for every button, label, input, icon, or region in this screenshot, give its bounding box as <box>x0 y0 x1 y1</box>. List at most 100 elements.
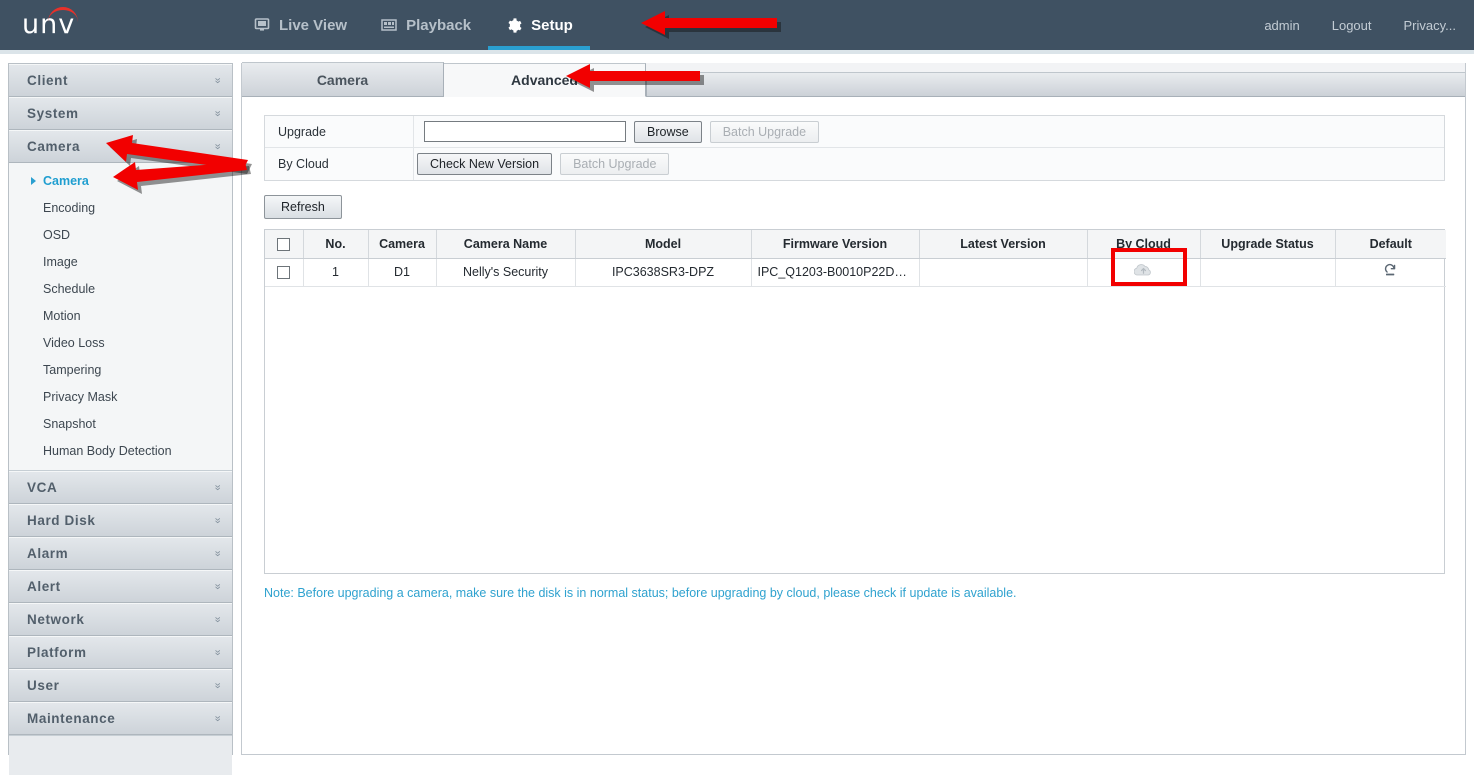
sidebar-item-label: Encoding <box>43 201 95 215</box>
sidebar-item-motion[interactable]: Motion <box>9 302 232 329</box>
sidebar-group-label: VCA <box>27 480 57 495</box>
sidebar-group-label: Alert <box>27 579 61 594</box>
sidebar-group-hard-disk[interactable]: Hard Disk» <box>9 504 232 537</box>
sidebar-group-label: Alarm <box>27 546 68 561</box>
firmware-version-text: IPC_Q1203-B0010P22D19... <box>752 265 919 279</box>
tab-advanced[interactable]: Advanced <box>444 63 646 97</box>
td-camera-name: Nelly's Security <box>436 258 575 286</box>
filmstrip-icon <box>381 18 397 32</box>
advanced-tab-content: Upgrade Browse Batch Upgrade By Cloud Ch… <box>242 97 1465 600</box>
tab-camera-label: Camera <box>317 72 368 88</box>
sidebar-group-vca[interactable]: VCA » <box>9 471 232 504</box>
upgrade-row-label: Upgrade <box>265 125 413 139</box>
sidebar-group-platform[interactable]: Platform» <box>9 636 232 669</box>
restore-default-icon[interactable] <box>1383 263 1398 278</box>
th-camera-name: Camera Name <box>436 230 575 258</box>
sidebar-group-label: Client <box>27 73 68 88</box>
tab-advanced-label: Advanced <box>511 72 578 88</box>
sidebar-item-schedule[interactable]: Schedule <box>9 275 232 302</box>
sidebar-item-camera[interactable]: Camera <box>9 167 232 194</box>
sidebar-item-label: Schedule <box>43 282 95 296</box>
sidebar-filler <box>9 735 232 775</box>
td-upgrade-status <box>1200 258 1335 286</box>
gear-icon <box>505 17 522 34</box>
refresh-button-wrap: Refresh <box>264 195 1443 219</box>
sidebar-item-label: Motion <box>43 309 81 323</box>
th-default: Default <box>1335 230 1446 258</box>
monitor-icon <box>254 17 270 33</box>
sidebar-group-system[interactable]: System» <box>9 97 232 130</box>
refresh-button[interactable]: Refresh <box>264 195 342 219</box>
current-user-label: admin <box>1264 18 1299 33</box>
td-row-select <box>265 258 303 286</box>
sidebar-item-human-body-detection[interactable]: Human Body Detection <box>9 437 232 464</box>
browse-button[interactable]: Browse <box>634 121 702 143</box>
sidebar-item-video-loss[interactable]: Video Loss <box>9 329 232 356</box>
sidebar-group-alarm[interactable]: Alarm » <box>9 537 232 570</box>
sidebar-item-label: Image <box>43 255 78 269</box>
chevron-down-icon: » <box>211 715 222 721</box>
nav-label-playback: Playback <box>406 17 471 34</box>
caret-right-icon <box>31 177 36 185</box>
th-upgrade-status: Upgrade Status <box>1200 230 1335 258</box>
th-select-all <box>265 230 303 258</box>
nav-item-setup[interactable]: Setup <box>488 0 590 50</box>
tab-camera[interactable]: Camera <box>242 62 444 96</box>
sidebar-group-user[interactable]: User» <box>9 669 232 702</box>
table-row[interactable]: 1 D1 Nelly's Security IPC3638SR3-DPZ IPC… <box>265 258 1446 286</box>
sidebar-item-snapshot[interactable]: Snapshot <box>9 410 232 437</box>
sidebar-group-network[interactable]: Network» <box>9 603 232 636</box>
camera-upgrade-table-wrap: No. Camera Camera Name Model Firmware Ve… <box>264 229 1445 574</box>
sidebar-item-image[interactable]: Image <box>9 248 232 275</box>
td-by-cloud <box>1087 258 1200 286</box>
sidebar-group-label: Camera <box>27 139 80 154</box>
unv-logo[interactable]: unv <box>22 8 102 42</box>
upgrade-file-input[interactable] <box>424 121 626 142</box>
upgrade-file-row: Upgrade Browse Batch Upgrade <box>265 116 1444 148</box>
row-checkbox[interactable] <box>277 266 290 279</box>
sidebar-item-label: OSD <box>43 228 70 242</box>
sidebar-item-tampering[interactable]: Tampering <box>9 356 232 383</box>
nav-item-playback[interactable]: Playback <box>364 0 488 50</box>
top-header-bar: unv Live View Playback Setup admin Logou… <box>0 0 1474 50</box>
td-no: 1 <box>303 258 368 286</box>
sidebar-item-label: Snapshot <box>43 417 96 431</box>
td-latest-version <box>919 258 1087 286</box>
td-model: IPC3638SR3-DPZ <box>575 258 751 286</box>
th-no: No. <box>303 230 368 258</box>
chevron-down-icon: » <box>211 484 222 490</box>
sidebar-group-alert[interactable]: Alert » <box>9 570 232 603</box>
main-nav: Live View Playback Setup <box>237 0 590 50</box>
cloud-upload-icon[interactable] <box>1134 263 1153 278</box>
user-controls: admin Logout Privacy... <box>1264 0 1456 50</box>
sidebar-group-camera[interactable]: Camera» <box>9 130 232 163</box>
sidebar-item-label: Privacy Mask <box>43 390 117 404</box>
check-new-version-button[interactable]: Check New Version <box>417 153 552 175</box>
sidebar-item-privacy-mask[interactable]: Privacy Mask <box>9 383 232 410</box>
sidebar-group-maintenance[interactable]: Maintenance» <box>9 702 232 735</box>
privacy-link[interactable]: Privacy... <box>1404 18 1457 33</box>
select-all-checkbox[interactable] <box>277 238 290 251</box>
sidebar-group-client[interactable]: Client» <box>9 64 232 97</box>
nav-label-live-view: Live View <box>279 17 347 34</box>
batch-upgrade-file-button: Batch Upgrade <box>710 121 819 143</box>
sidebar-submenu-camera: Camera Encoding OSD Image Schedule Motion Vide… <box>9 163 232 471</box>
nav-label-setup: Setup <box>531 17 573 34</box>
sidebar-group-label: System <box>27 106 79 121</box>
th-latest-version: Latest Version <box>919 230 1087 258</box>
nav-item-live-view[interactable]: Live View <box>237 0 364 50</box>
chevron-down-icon: » <box>211 583 222 589</box>
sidebar-item-encoding[interactable]: Encoding <box>9 194 232 221</box>
sidebar-item-label: Video Loss <box>43 336 105 350</box>
td-camera: D1 <box>368 258 436 286</box>
table-header-row: No. Camera Camera Name Model Firmware Ve… <box>265 230 1446 258</box>
sidebar-group-label: Platform <box>27 645 87 660</box>
logout-link[interactable]: Logout <box>1332 18 1372 33</box>
settings-sidebar: Client»System»Camera»CameraEncodingOSDIm… <box>8 63 233 755</box>
th-firmware-version: Firmware Version <box>751 230 919 258</box>
chevron-down-icon: » <box>211 682 222 688</box>
sidebar-item-osd[interactable]: OSD <box>9 221 232 248</box>
upgrade-note-text: Note: Before upgrading a camera, make su… <box>264 586 1443 600</box>
by-cloud-row-label: By Cloud <box>265 157 413 171</box>
chevron-down-icon: » <box>211 550 222 556</box>
